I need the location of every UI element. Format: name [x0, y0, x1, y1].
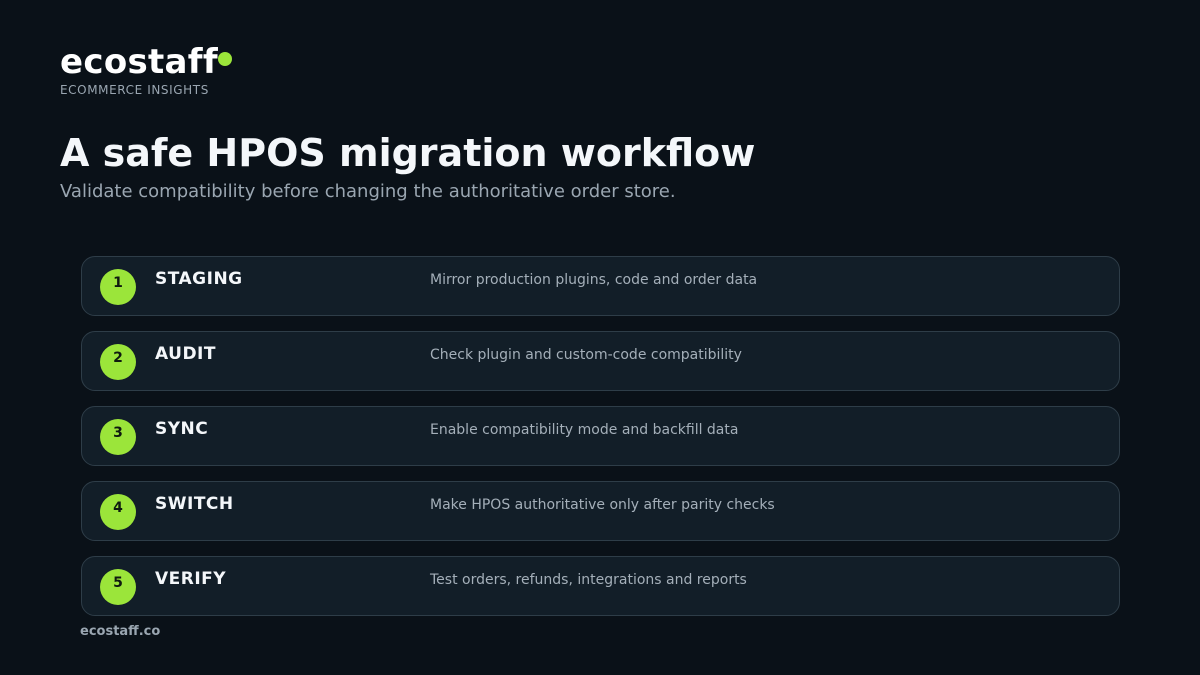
step-description: Test orders, refunds, integrations and r…: [430, 572, 747, 588]
step-name: STAGING: [155, 269, 243, 289]
step-description: Make HPOS authoritative only after parit…: [430, 497, 775, 513]
step-number-badge: 5: [100, 569, 136, 605]
step-card-audit: 2 AUDIT Check plugin and custom-code com…: [81, 331, 1120, 391]
step-description: Mirror production plugins, code and orde…: [430, 272, 758, 288]
brand-tagline: ECOMMERCE INSIGHTS: [60, 83, 209, 97]
footer-url: ecostaff.co: [80, 624, 161, 639]
step-name: SYNC: [155, 419, 209, 439]
step-card-verify: 5 VERIFY Test orders, refunds, integrati…: [81, 556, 1120, 616]
workflow-steps: 1 STAGING Mirror production plugins, cod…: [81, 256, 1120, 631]
step-card-staging: 1 STAGING Mirror production plugins, cod…: [81, 256, 1120, 316]
step-name: AUDIT: [155, 344, 216, 364]
page-subtitle: Validate compatibility before changing t…: [60, 181, 676, 202]
step-card-sync: 3 SYNC Enable compatibility mode and bac…: [81, 406, 1120, 466]
step-description: Enable compatibility mode and backfill d…: [430, 422, 739, 438]
brand-dot-icon: [218, 52, 232, 66]
step-number-badge: 1: [100, 269, 136, 305]
step-card-switch: 4 SWITCH Make HPOS authoritative only af…: [81, 481, 1120, 541]
page-title: A safe HPOS migration workflow: [60, 131, 756, 175]
step-name: VERIFY: [155, 569, 227, 589]
brand-name: ecostaff: [60, 42, 218, 82]
step-number-badge: 2: [100, 344, 136, 380]
step-number-badge: 3: [100, 419, 136, 455]
step-description: Check plugin and custom-code compatibili…: [430, 347, 742, 363]
step-name: SWITCH: [155, 494, 234, 514]
brand-logo: ecostaff: [60, 42, 232, 82]
step-number-badge: 4: [100, 494, 136, 530]
